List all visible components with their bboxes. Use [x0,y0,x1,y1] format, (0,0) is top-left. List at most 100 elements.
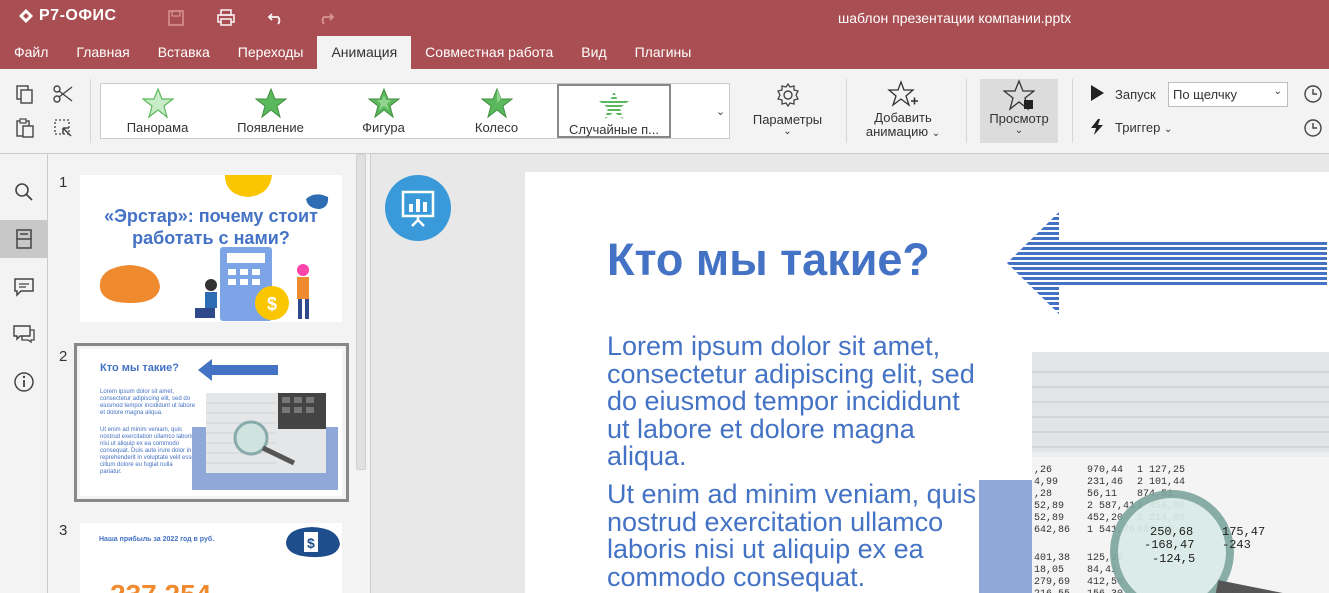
svg-text:,26: ,26 [1034,465,1052,476]
animation-toolbar: Панорама Появление Фигура Колесо Случайн… [0,69,1329,154]
comments-icon[interactable] [12,275,36,299]
star-icon [254,87,287,119]
trigger-label: Триггер [1115,120,1161,135]
chat-icon[interactable] [12,321,36,345]
svg-text:279,69: 279,69 [1034,577,1070,588]
tab-animation[interactable]: Анимация [317,36,412,69]
svg-text:2 101,44: 2 101,44 [1137,477,1185,488]
animation-random-bars[interactable]: Случайные п... [557,84,671,138]
current-slide[interactable]: Кто мы такие? Lorem ipsum dolor sit amet… [525,172,1329,593]
chevron-down-icon: ⌄ [1014,125,1024,136]
svg-text:-168,47: -168,47 [1144,538,1194,552]
star-icon [141,87,174,119]
slide-2-arrow [198,359,278,381]
animation-shape[interactable]: Фигура [327,84,440,138]
svg-text:,28: ,28 [1034,489,1052,500]
slide-title[interactable]: Кто мы такие? [607,234,930,286]
tab-file[interactable]: Файл [0,36,62,69]
svg-text:642,86: 642,86 [1034,525,1070,536]
delay-clock-icon [1304,119,1322,137]
chevron-down-icon: ⌄ [1273,86,1282,97]
magnifier-photo[interactable]: ,26 970,44 1 127,25 4,99 231,46 2 101,44 ,28… [1032,352,1329,593]
svg-text:401,38: 401,38 [1034,553,1070,564]
tab-transitions[interactable]: Переходы [224,36,318,69]
svg-text:216,55: 216,55 [1034,589,1070,593]
slide-editor-canvas: Кто мы такие? Lorem ipsum dolor sit amet… [372,154,1329,593]
lightning-icon [1091,119,1103,135]
slide-paragraph-2[interactable]: Ut enim ad minim veniam, quis nostrud ex… [607,480,987,591]
slide-2-title: Кто мы такие? [100,362,179,374]
slide-thumbnail-1[interactable]: $ «Эрстар»: почему стоит работать с нами… [80,175,342,322]
striped-star-icon [599,91,629,119]
document-title: шаблон презентации компании.pptx [838,10,1072,26]
svg-text:970,44: 970,44 [1087,465,1123,476]
start-select-value: По щелчку [1173,87,1237,102]
add-animation-button[interactable]: Добавить анимацию ⌄ [858,79,948,141]
svg-text:56,11: 56,11 [1087,489,1117,500]
search-icon[interactable] [12,180,36,204]
chevron-down-icon: ⌄ [931,128,941,139]
start-select[interactable]: По щелчку ⌄ [1168,82,1288,107]
print-icon[interactable] [216,8,236,28]
save-icon[interactable] [166,8,186,28]
slide-number: 2 [59,348,68,365]
copy-icon[interactable] [14,83,36,105]
app-logo: Р7-ОФИС [18,7,117,25]
thumbnails-scrollbar[interactable] [356,154,366,470]
svg-text:$: $ [307,535,315,551]
add-star-icon [887,80,918,107]
preview-label: Просмотр [989,111,1049,126]
slide-3-dollar-shape: $ [286,527,340,558]
svg-text:4,99: 4,99 [1034,477,1058,488]
svg-text:18,05: 18,05 [1034,565,1064,576]
tab-home[interactable]: Главная [62,36,143,69]
animation-wheel[interactable]: Колесо [440,84,553,138]
logo-icon [19,9,33,23]
animation-appear[interactable]: Появление [214,84,327,138]
tab-view[interactable]: Вид [567,36,620,69]
striped-arrow[interactable] [1007,212,1327,314]
svg-text:-124,5: -124,5 [1152,552,1195,566]
slides-icon[interactable] [12,227,36,251]
star-icon [367,87,400,119]
start-label: Запуск [1115,87,1156,102]
animation-label: Случайные п... [569,122,659,137]
animation-pan[interactable]: Панорама [101,84,214,138]
cut-icon[interactable] [52,83,74,105]
left-sidebar [0,154,48,593]
redo-icon[interactable] [316,8,336,28]
slide-thumbnails-panel: 1 $ «Эрстар»: почему стоит работать с на… [48,154,371,593]
svg-text:156,30: 156,30 [1087,589,1123,593]
parameters-button[interactable]: Параметры ⌄ [745,79,830,137]
slide-thumbnail-2[interactable]: Кто мы такие? Lorem ipsum dolor sit amet… [80,349,342,496]
svg-text:231,46: 231,46 [1087,477,1123,488]
chevron-down-icon: ⌄ [1164,124,1173,135]
select-all-icon[interactable] [52,117,74,139]
info-icon[interactable] [12,370,36,394]
animation-label: Появление [237,120,304,135]
preview-button[interactable]: Просмотр ⌄ [980,79,1058,143]
add-animation-label-1: Добавить [874,110,932,125]
ribbon-tabs: Файл Главная Вставка Переходы Анимация С… [0,36,1329,69]
trigger-button[interactable]: Триггер ⌄ [1115,120,1172,135]
preview-star-icon [1003,79,1035,111]
tab-insert[interactable]: Вставка [144,36,224,69]
clock-icon [1304,85,1322,103]
slide-thumbnail-3[interactable]: Наша прибыль за 2022 год в руб. $ 237 25… [80,523,342,593]
slide-number: 3 [59,522,68,539]
presentation-chart-icon[interactable] [384,174,452,242]
gallery-expand-button[interactable]: ⌄ [712,83,730,139]
add-animation-label-text: анимацию [865,124,929,139]
slide-paragraph-1[interactable]: Lorem ipsum dolor sit amet, consectetur … [607,332,987,471]
undo-icon[interactable] [266,8,286,28]
animation-label: Колесо [474,120,519,135]
gear-icon [776,82,799,108]
play-icon [1091,85,1104,101]
tab-collaboration[interactable]: Совместная работа [411,36,567,69]
paste-icon[interactable] [14,117,36,139]
tab-plugins[interactable]: Плагины [621,36,706,69]
animation-gallery: Панорама Появление Фигура Колесо Случайн… [100,83,713,139]
svg-text:1 127,25: 1 127,25 [1137,465,1185,476]
logo-text: Р7-ОФИС [39,7,117,24]
slide-1-title: «Эрстар»: почему стоит работать с нами? [104,206,318,248]
